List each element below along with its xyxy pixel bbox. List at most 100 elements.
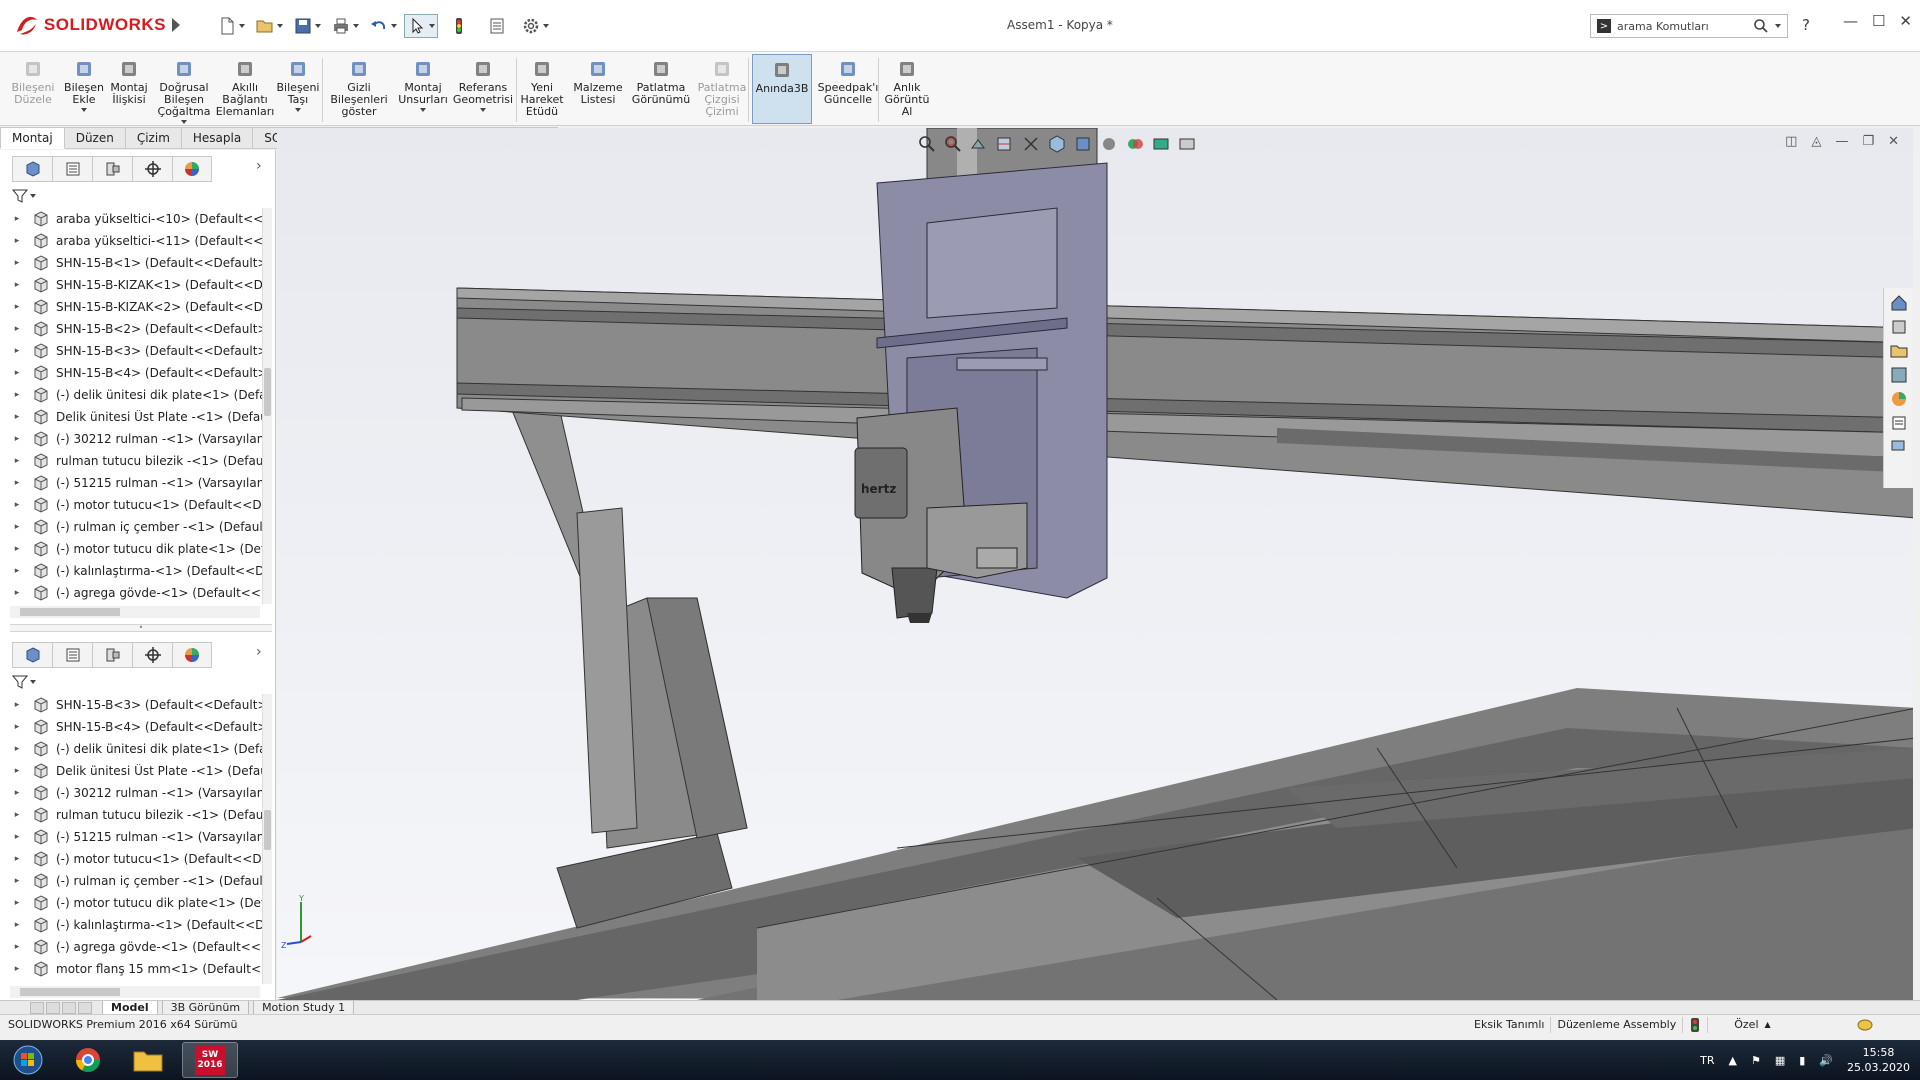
chevron-right-icon[interactable]: › bbox=[256, 644, 262, 660]
expand-arrow-icon[interactable]: ▸ bbox=[10, 214, 24, 224]
ribbon-button-16[interactable]: Anlık Görüntü Al bbox=[882, 54, 932, 124]
file-properties-button[interactable] bbox=[480, 14, 514, 38]
tree-item[interactable]: ▸ (-) agrega gövde-<1> (Default<<Defau bbox=[10, 582, 272, 604]
graphics-area[interactable]: hertz ◫ ◬ — ❐ ✕ Y Z bbox=[277, 128, 1913, 1000]
rebuild-button[interactable] bbox=[442, 14, 476, 38]
expand-arrow-icon[interactable]: ▸ bbox=[10, 280, 24, 290]
search-input[interactable]: arama Komutları bbox=[1617, 20, 1747, 33]
home-icon[interactable] bbox=[1890, 294, 1908, 312]
chevron-down-icon[interactable] bbox=[420, 108, 426, 112]
help-button[interactable]: ? bbox=[1802, 16, 1810, 34]
tree-item[interactable]: ▸ (-) 51215 rulman -<1> (Varsayılan<<Va bbox=[10, 826, 272, 848]
expand-arrow-icon[interactable]: ▸ bbox=[10, 390, 24, 400]
tree-item[interactable]: ▸ (-) 30212 rulman -<1> (Varsayılan<<Va bbox=[10, 782, 272, 804]
split-view-icon[interactable]: ◫ bbox=[1785, 134, 1797, 149]
taskbar-solidworks[interactable]: SW 2016 bbox=[182, 1042, 238, 1078]
tree-item[interactable]: ▸ (-) kalınlaştırma-<1> (Default<<Defau bbox=[10, 914, 272, 936]
undo-button[interactable] bbox=[366, 14, 400, 38]
expand-arrow-icon[interactable]: ▸ bbox=[10, 744, 24, 754]
view-palette-icon[interactable] bbox=[1890, 366, 1908, 384]
zoom-to-fit-icon[interactable] bbox=[917, 134, 937, 154]
expand-arrow-icon[interactable]: ▸ bbox=[10, 920, 24, 930]
tree-filter[interactable] bbox=[12, 672, 38, 692]
system-clock[interactable]: 15:58 25.03.2020 bbox=[1847, 1045, 1910, 1075]
tree-item[interactable]: ▸ (-) motor tutucu<1> (Default<<Defau bbox=[10, 848, 272, 870]
tree-item[interactable]: ▸ SHN-15-B<3> (Default<<Default>_Dis bbox=[10, 694, 272, 716]
menu-expand-icon[interactable] bbox=[172, 18, 180, 32]
taskbar-explorer[interactable] bbox=[120, 1042, 176, 1078]
expand-arrow-icon[interactable]: ▸ bbox=[10, 544, 24, 554]
cnc-router-model[interactable]: hertz bbox=[277, 128, 1913, 1000]
chevron-down-icon[interactable] bbox=[480, 108, 486, 112]
tray-app-icon[interactable]: ▦ bbox=[1775, 1054, 1785, 1067]
tab-dimxpert[interactable] bbox=[132, 156, 172, 182]
ribbon-button-7[interactable]: Gizli Bileşenleri göster bbox=[330, 54, 388, 124]
view-orientation-icon[interactable] bbox=[1047, 134, 1067, 154]
tab-command-4[interactable]: Hesapla bbox=[181, 127, 254, 149]
ribbon-button-6[interactable]: Bileşeni Taşı bbox=[274, 54, 322, 124]
tree-top-hscroll[interactable] bbox=[10, 606, 260, 618]
action-center-flag-icon[interactable]: ⚑ bbox=[1751, 1054, 1761, 1067]
design-library-icon[interactable] bbox=[1890, 318, 1908, 336]
appearances-icon[interactable] bbox=[1890, 390, 1908, 408]
tree-bottom-hscroll[interactable] bbox=[10, 986, 260, 998]
chevron-down-icon[interactable] bbox=[81, 108, 87, 112]
model-tab-3[interactable]: Motion Study 1 bbox=[253, 1000, 355, 1015]
chevron-down-icon[interactable] bbox=[295, 108, 301, 112]
expand-arrow-icon[interactable]: ▸ bbox=[10, 456, 24, 466]
tree-item[interactable]: ▸ (-) motor tutucu dik plate<1> (Default bbox=[10, 892, 272, 914]
expand-arrow-icon[interactable]: ▸ bbox=[10, 942, 24, 952]
expand-arrow-icon[interactable]: ▸ bbox=[10, 236, 24, 246]
tree-item[interactable]: ▸ (-) motor tutucu<1> (Default<<Defau bbox=[10, 494, 272, 516]
tab-property-manager[interactable] bbox=[52, 642, 92, 668]
tab-display-manager[interactable] bbox=[172, 642, 212, 668]
save-button[interactable] bbox=[290, 14, 324, 38]
file-explorer-icon[interactable] bbox=[1890, 342, 1908, 360]
expand-arrow-icon[interactable]: ▸ bbox=[10, 898, 24, 908]
tree-item[interactable]: ▸ (-) rulman iç çember -<1> (Default<<I bbox=[10, 516, 272, 538]
zoom-to-area-icon[interactable] bbox=[943, 134, 963, 154]
command-search[interactable]: > arama Komutları bbox=[1590, 14, 1788, 38]
tree-item[interactable]: ▸ (-) 51215 rulman -<1> (Varsayılan<<Va bbox=[10, 472, 272, 494]
language-indicator[interactable]: TR bbox=[1700, 1054, 1714, 1067]
tree-item[interactable]: ▸ SHN-15-B<2> (Default<<Default>_Dis bbox=[10, 318, 272, 340]
new-document-button[interactable] bbox=[214, 14, 248, 38]
minimize-icon[interactable]: — bbox=[1843, 12, 1858, 30]
search-icon[interactable] bbox=[1753, 18, 1769, 34]
tree-item[interactable]: ▸ SHN-15-B<1> (Default<<Default>_Dis bbox=[10, 252, 272, 274]
tree-item[interactable]: ▸ araba yükseltici-<11> (Default<<Default bbox=[10, 230, 272, 252]
solidworks-logo[interactable]: SOLIDWORKS bbox=[14, 10, 166, 40]
expand-arrow-icon[interactable]: ▸ bbox=[10, 368, 24, 378]
expand-arrow-icon[interactable]: ▸ bbox=[10, 700, 24, 710]
tree-filter[interactable] bbox=[12, 186, 38, 206]
first-tab-icon[interactable] bbox=[30, 1001, 44, 1014]
dynamic-annotation-icon[interactable] bbox=[1021, 134, 1041, 154]
next-tab-icon[interactable] bbox=[62, 1001, 76, 1014]
edit-appearance-icon[interactable] bbox=[1125, 134, 1145, 154]
tree-item[interactable]: ▸ rulman tutucu bilezik -<1> (Default<< bbox=[10, 450, 272, 472]
rebuild-indicator-icon[interactable] bbox=[1689, 1017, 1701, 1032]
tab-configuration-manager[interactable] bbox=[92, 642, 132, 668]
tree-item[interactable]: ▸ SHN-15-B<3> (Default<<Default>_Dis bbox=[10, 340, 272, 362]
tree-item[interactable]: ▸ (-) agrega gövde-<1> (Default<<Defau bbox=[10, 936, 272, 958]
tab-property-manager[interactable] bbox=[52, 156, 92, 182]
chevron-up-icon[interactable]: ▲ bbox=[1765, 1020, 1771, 1029]
ribbon-button-14[interactable]: Anında3B bbox=[752, 54, 812, 124]
previous-view-icon[interactable] bbox=[969, 134, 989, 154]
tree-item[interactable]: ▸ (-) rulman iç çember -<1> (Default<<I bbox=[10, 870, 272, 892]
tree-top-vscroll[interactable] bbox=[262, 208, 272, 604]
chevron-down-icon[interactable] bbox=[1775, 24, 1781, 28]
ribbon-button-2[interactable]: Bileşen Ekle bbox=[62, 54, 106, 124]
tab-dimxpert[interactable] bbox=[132, 642, 172, 668]
open-button[interactable] bbox=[252, 14, 286, 38]
expand-arrow-icon[interactable]: ▸ bbox=[10, 964, 24, 974]
view-settings-icon[interactable] bbox=[1177, 134, 1197, 154]
expand-arrow-icon[interactable]: ▸ bbox=[10, 302, 24, 312]
tab-feature-tree[interactable] bbox=[12, 156, 52, 182]
tab-configuration-manager[interactable] bbox=[92, 156, 132, 182]
scroll-thumb[interactable] bbox=[20, 988, 120, 996]
expand-arrow-icon[interactable]: ▸ bbox=[10, 522, 24, 532]
start-button[interactable] bbox=[4, 1042, 52, 1078]
expand-arrow-icon[interactable]: ▸ bbox=[10, 588, 24, 598]
expand-arrow-icon[interactable]: ▸ bbox=[10, 766, 24, 776]
